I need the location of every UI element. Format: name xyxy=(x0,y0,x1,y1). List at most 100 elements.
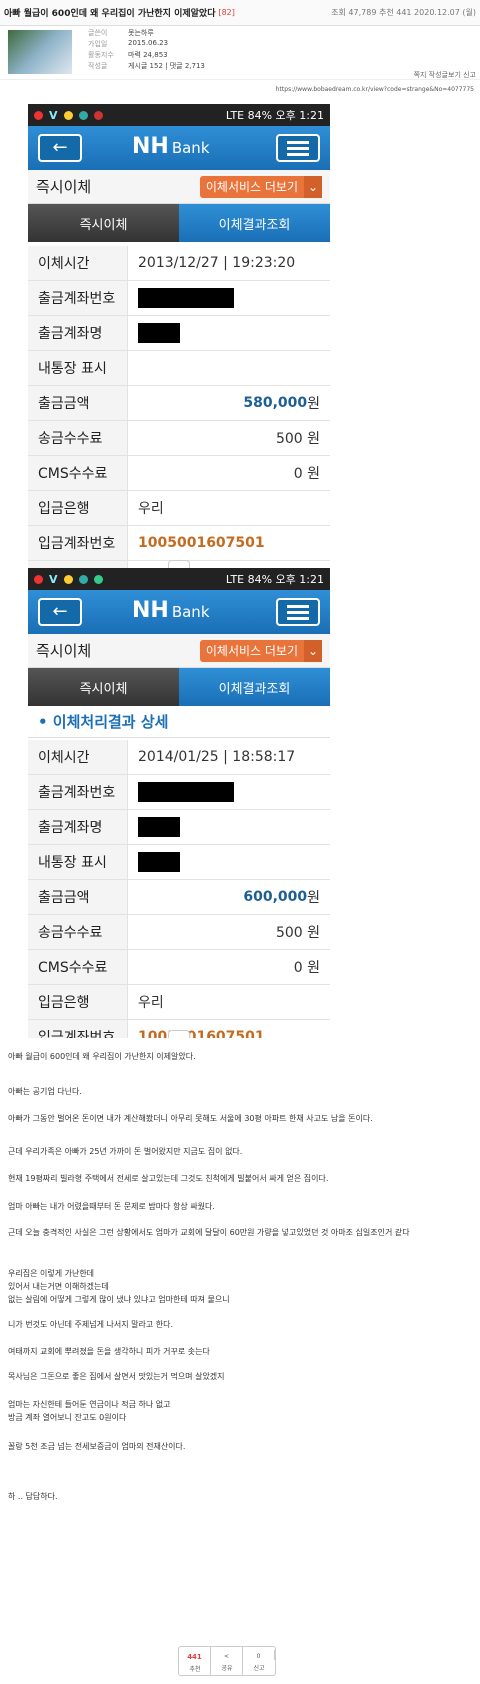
post-title: 아빠 월급이 600인데 왜 우리집이 가난한지 이제알았다 xyxy=(4,9,216,19)
tab-instant-transfer[interactable]: 즉시이체 xyxy=(28,668,179,706)
more-services-dropdown[interactable]: 이체서비스 더보기 ⌄ xyxy=(199,639,322,662)
redacted-block xyxy=(138,323,180,343)
author-label: 글쓴이 xyxy=(88,29,108,37)
detail-row: 내통장 표시 xyxy=(28,351,330,386)
tab-bar: 즉시이체 이체결과조회 xyxy=(28,668,330,706)
bank-screenshot-2: V LTE 84% 오후 1:21 ← NH Bank 즉시이체 이체서비스 더보… xyxy=(28,568,330,1038)
detail-value: 1005001607501 xyxy=(138,535,265,551)
body-paragraph: 엄마 아빠는 내가 어렸을때부터 돈 문제로 밤마다 항상 싸웠다. xyxy=(8,1202,215,1211)
menu-icon[interactable] xyxy=(276,134,320,162)
back-button[interactable]: ← xyxy=(38,598,82,626)
tab-bar: 즉시이체 이체결과조회 xyxy=(28,204,330,242)
detail-value: 580,000 원 xyxy=(243,395,320,412)
detail-row: 출금계좌번호 xyxy=(28,775,330,810)
transfer-details-table: 이체시간 2014/01/25 | 18:58:17 출금계좌번호 출금계좌명 내통장 … xyxy=(28,740,330,1038)
detail-value xyxy=(128,845,330,879)
redacted-block xyxy=(138,852,180,872)
chevron-down-icon: ⌄ xyxy=(304,175,322,198)
body-paragraph: 근데 우리가족은 아빠가 25년 가까이 돈 벌어왔지만 지금도 집이 없다. xyxy=(8,1147,243,1156)
detail-label: 출금계좌명 xyxy=(28,810,128,844)
redacted-block xyxy=(138,288,234,308)
detail-label: 출금금액 xyxy=(28,386,128,420)
chevron-down-icon: ⌄ xyxy=(304,639,322,662)
body-paragraph: 아빠가 그동안 벌어온 돈이면 내가 계산해봤더니 아무리 못해도 서울에 30… xyxy=(8,1114,373,1123)
join-date: 2015.06.23 xyxy=(128,39,169,47)
activity-label: 활동지수 xyxy=(88,51,114,59)
detail-value: 500 원 xyxy=(275,925,320,941)
detail-value xyxy=(128,281,330,315)
author-photo xyxy=(8,30,72,74)
tab-transfer-result[interactable]: 이체결과조회 xyxy=(179,668,330,706)
detail-label: 입금계좌번호 xyxy=(28,1020,128,1038)
comment-count[interactable]: [82] xyxy=(218,8,234,17)
detail-row: 내통장 표시 xyxy=(28,845,330,880)
body-paragraph: 엄마는 자신한테 들어둔 연금이나 적금 하나 없고 xyxy=(8,1400,171,1409)
detail-value: 2013/12/27 | 19:23:20 xyxy=(138,255,296,271)
detail-row: CMS수수료 0 원 xyxy=(28,456,330,491)
detail-row: 송금수수료 500 원 xyxy=(28,915,330,950)
detail-label: 이체시간 xyxy=(28,740,128,774)
detail-row: 입금은행 우리 xyxy=(28,491,330,526)
scroll-handle[interactable] xyxy=(168,1030,190,1038)
detail-label: 입금계좌명 xyxy=(28,561,128,568)
detail-label: CMS수수료 xyxy=(28,950,128,984)
detail-value: 0 원 xyxy=(293,960,320,976)
redacted-block xyxy=(138,817,180,837)
detail-label: 송금수수료 xyxy=(28,421,128,455)
back-button[interactable]: ← xyxy=(38,134,82,162)
detail-value: 1005001607501 xyxy=(138,1029,265,1038)
body-paragraph: 목사님은 그돈으로 좋은 집에서 살면서 맛있는거 먹으며 살았겠지 xyxy=(8,1372,225,1381)
status-bar: V LTE 84% 오후 1:21 xyxy=(28,568,330,590)
redacted-block xyxy=(138,782,234,802)
body-paragraph: 아빠 월급이 600인데 왜 우리집이 가난한지 이제알았다. xyxy=(8,1052,196,1061)
detail-row: 출금계좌명 xyxy=(28,316,330,351)
menu-icon[interactable] xyxy=(276,598,320,626)
scroll-handle[interactable] xyxy=(168,560,190,568)
detail-value: 우리 xyxy=(138,501,164,517)
body-paragraph: 여태까지 교회에 뿌려졌을 돈을 생각하니 피가 거꾸로 솟는다 xyxy=(8,1347,210,1356)
bank-app-bar: ← NH Bank xyxy=(28,126,330,170)
bank-screenshot-1: V LTE 84% 오후 1:21 ← NH Bank 즉시이체 이체서비스 더보… xyxy=(28,104,330,568)
detail-row: 입금계좌번호 1005001607501 xyxy=(28,526,330,561)
body-paragraph: 꼴랑 5천 조금 넘는 전세보증금이 엄마의 전재산이다. xyxy=(8,1442,186,1451)
detail-label: 출금계좌번호 xyxy=(28,775,128,809)
share-button[interactable]: < 공유 xyxy=(211,1647,243,1675)
detail-row: 이체시간 2014/01/25 | 18:58:17 xyxy=(28,740,330,775)
tab-transfer-result[interactable]: 이체결과조회 xyxy=(179,204,330,242)
body-paragraph: 우리집은 이렇게 가난한데 xyxy=(8,1269,95,1278)
body-paragraph: 니가 번것도 아닌데 주제넘게 나서지 말라고 한다. xyxy=(8,1320,173,1329)
more-services-dropdown[interactable]: 이체서비스 더보기 ⌄ xyxy=(199,175,322,198)
detail-label: 입금은행 xyxy=(28,491,128,525)
detail-row: 송금수수료 500 원 xyxy=(28,421,330,456)
nh-bank-logo: NH Bank xyxy=(132,598,210,623)
sub-title: 즉시이체 xyxy=(36,642,92,660)
author-actions[interactable]: 쪽지 작성글보기 신고 xyxy=(414,70,476,80)
detail-value xyxy=(128,316,330,350)
tab-instant-transfer[interactable]: 즉시이체 xyxy=(28,204,179,242)
works-value[interactable]: 게시글 152 | 댓글 2,713 xyxy=(128,61,205,71)
detail-row: 출금금액 600,000 원 xyxy=(28,880,330,915)
detail-label: 입금은행 xyxy=(28,985,128,1019)
author-panel: 글쓴이 못는하루 가입일 2015.06.23 활동지수 마력 24,853 작… xyxy=(0,26,480,80)
detail-label: CMS수수료 xyxy=(28,456,128,490)
status-clock: LTE 84% 오후 1:21 xyxy=(225,573,324,586)
detail-label: 내통장 표시 xyxy=(28,351,128,385)
recommend-button[interactable]: 441 추천 xyxy=(179,1647,211,1675)
join-label: 가입일 xyxy=(88,40,108,48)
detail-label: 출금계좌명 xyxy=(28,316,128,350)
activity-value: 마력 24,853 xyxy=(128,51,168,59)
detail-label: 입금계좌번호 xyxy=(28,526,128,560)
detail-value: 기독교대한감리회양 xyxy=(128,561,330,568)
author-name[interactable]: 못는하루 xyxy=(128,28,154,38)
detail-label: 송금수수료 xyxy=(28,915,128,949)
detail-value: 600,000 원 xyxy=(243,889,320,906)
detail-label: 이체시간 xyxy=(28,246,128,280)
report-button[interactable]: 0 신고 xyxy=(243,1647,275,1675)
sub-header: 즉시이체 이체서비스 더보기 ⌄ xyxy=(28,634,330,668)
body-paragraph: 현재 19평짜리 빌라형 주택에서 전세로 살고있는데 그것도 친척에게 빌붙어… xyxy=(8,1174,329,1183)
detail-label: 출금금액 xyxy=(28,880,128,914)
detail-value: 0 원 xyxy=(293,466,320,482)
post-url[interactable]: https://www.bobaedream.co.kr/view?code=s… xyxy=(276,86,474,93)
detail-value: 500 원 xyxy=(275,431,320,447)
detail-label: 내통장 표시 xyxy=(28,845,128,879)
